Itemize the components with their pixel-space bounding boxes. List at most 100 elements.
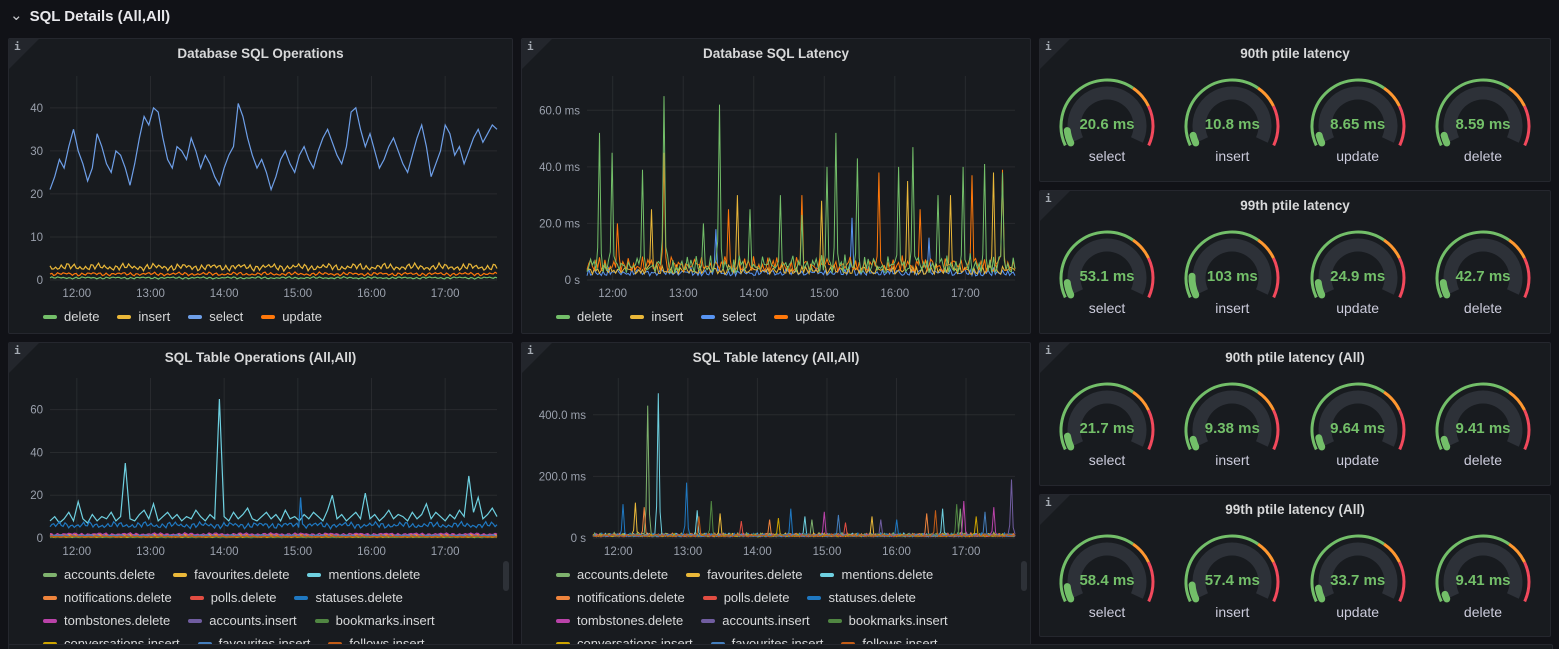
- gauge-insert: 10.8 msinsert: [1171, 70, 1293, 174]
- gauge-label: select: [1046, 604, 1168, 620]
- gauge-delete: 8.59 msdelete: [1422, 70, 1544, 174]
- legend-label: accounts.insert: [722, 611, 809, 631]
- legend-item-mentions.delete[interactable]: mentions.delete: [307, 565, 420, 585]
- gauge-value: 8.59 ms: [1422, 116, 1544, 133]
- legend-item-tombstones.delete[interactable]: tombstones.delete: [43, 611, 170, 631]
- legend-swatch: [820, 573, 834, 577]
- legend-swatch: [701, 619, 715, 623]
- legend-item-insert[interactable]: insert: [117, 307, 170, 327]
- x-axis-tick-label: 15:00: [810, 288, 839, 300]
- y-axis-tick-label: 60: [30, 405, 43, 417]
- legend-scrollbar[interactable]: [1021, 561, 1027, 591]
- panel-database-sql-latency: i Database SQL Latency 0 s20.0 ms40.0 ms…: [521, 38, 1031, 334]
- legend-item-statuses.delete[interactable]: statuses.delete: [294, 588, 402, 608]
- x-axis-tick-label: 13:00: [136, 546, 165, 558]
- gauge-value: 9.41 ms: [1422, 572, 1544, 589]
- chevron-down-icon[interactable]: ⌄: [10, 11, 23, 21]
- gauge-label: delete: [1422, 604, 1544, 620]
- legend-item-accounts.insert[interactable]: accounts.insert: [188, 611, 296, 631]
- panel-title[interactable]: Database SQL Operations: [9, 39, 512, 68]
- panel-title[interactable]: SQL Table latency (All,All): [522, 343, 1030, 372]
- legend-swatch: [261, 315, 275, 319]
- x-axis-tick-label: 17:00: [431, 288, 460, 300]
- legend-item-polls.delete[interactable]: polls.delete: [190, 588, 277, 608]
- chart-sql-table-latency[interactable]: 0 s200.0 ms400.0 ms12:0013:0014:0015:001…: [522, 372, 1030, 562]
- gauge-label: delete: [1422, 300, 1544, 316]
- legend-item-update[interactable]: update: [261, 307, 322, 327]
- x-axis-tick-label: 15:00: [813, 546, 842, 558]
- legend-item-accounts.insert[interactable]: accounts.insert: [701, 611, 809, 631]
- x-axis-tick-label: 12:00: [598, 288, 627, 300]
- panel-title[interactable]: 90th ptile latency: [1040, 39, 1550, 68]
- panel-title[interactable]: Database SQL Latency: [522, 39, 1030, 68]
- legend-item-update[interactable]: update: [774, 307, 835, 327]
- y-axis-tick-label: 0 s: [565, 275, 581, 287]
- gauge-value: 8.65 ms: [1297, 116, 1419, 133]
- legend-scrollbar[interactable]: [503, 561, 509, 591]
- legend-swatch: [556, 573, 570, 577]
- panel-title[interactable]: SQL Table Operations (All,All): [9, 343, 512, 372]
- chart-database-sql-latency[interactable]: 0 s20.0 ms40.0 ms60.0 ms12:0013:0014:001…: [522, 68, 1030, 304]
- legend-item-insert[interactable]: insert: [630, 307, 683, 327]
- panel-sql-table-latency: i SQL Table latency (All,All) 0 s200.0 m…: [521, 342, 1031, 648]
- legend-swatch: [828, 619, 842, 623]
- legend-item-bookmarks.insert[interactable]: bookmarks.insert: [315, 611, 435, 631]
- gauge-value: 21.7 ms: [1046, 420, 1168, 437]
- gauge-label: insert: [1171, 300, 1293, 316]
- legend-swatch: [556, 596, 570, 600]
- gauge-select: 20.6 msselect: [1046, 70, 1168, 174]
- x-axis-tick-label: 16:00: [882, 546, 911, 558]
- legend-item-delete[interactable]: delete: [556, 307, 612, 327]
- legend-item-notifications.delete[interactable]: notifications.delete: [556, 588, 685, 608]
- x-axis-tick-label: 14:00: [210, 546, 239, 558]
- legend-label: notifications.delete: [64, 588, 172, 608]
- chart-legend: delete insert select update: [522, 304, 1030, 327]
- gauge-label: update: [1297, 148, 1419, 164]
- legend-swatch: [630, 315, 644, 319]
- legend-label: update: [282, 307, 322, 327]
- gauge-insert: 9.38 msinsert: [1171, 374, 1293, 478]
- legend-label: tombstones.delete: [64, 611, 170, 631]
- gauge-label: select: [1046, 148, 1168, 164]
- legend-swatch: [686, 573, 700, 577]
- x-axis-tick-label: 14:00: [739, 288, 768, 300]
- legend-label: favourites.delete: [707, 565, 802, 585]
- row-header-sql-details[interactable]: ⌄ SQL Details (All,All): [0, 0, 170, 32]
- panel-title[interactable]: 99th ptile latency: [1040, 191, 1550, 220]
- legend-item-select[interactable]: select: [701, 307, 756, 327]
- legend-item-bookmarks.insert[interactable]: bookmarks.insert: [828, 611, 948, 631]
- gauge-value: 10.8 ms: [1171, 116, 1293, 133]
- legend-item-favourites.delete[interactable]: favourites.delete: [686, 565, 802, 585]
- x-axis-tick-label: 14:00: [210, 288, 239, 300]
- gauge-value: 42.7 ms: [1422, 268, 1544, 285]
- x-axis-tick-label: 17:00: [951, 288, 980, 300]
- legend-label: statuses.delete: [828, 588, 915, 608]
- legend-swatch: [307, 573, 321, 577]
- legend-item-tombstones.delete[interactable]: tombstones.delete: [556, 611, 683, 631]
- gauge-label: insert: [1171, 604, 1293, 620]
- chart-sql-table-operations[interactable]: 020406012:0013:0014:0015:0016:0017:00: [9, 372, 512, 562]
- legend-label: notifications.delete: [577, 588, 685, 608]
- legend-item-polls.delete[interactable]: polls.delete: [703, 588, 790, 608]
- legend-item-delete[interactable]: delete: [43, 307, 99, 327]
- legend-item-mentions.delete[interactable]: mentions.delete: [820, 565, 933, 585]
- legend-item-notifications.delete[interactable]: notifications.delete: [43, 588, 172, 608]
- legend-label: insert: [651, 307, 683, 327]
- chart-database-sql-operations[interactable]: 01020304012:0013:0014:0015:0016:0017:00: [9, 68, 512, 304]
- chart-legend: delete insert select update: [9, 304, 512, 327]
- x-axis-tick-label: 17:00: [431, 546, 460, 558]
- gauge-value: 9.64 ms: [1297, 420, 1419, 437]
- legend-swatch: [173, 573, 187, 577]
- panel-title[interactable]: 99th ptile latency (All): [1040, 495, 1550, 524]
- y-axis-tick-label: 200.0 ms: [539, 471, 587, 483]
- legend-item-accounts.delete[interactable]: accounts.delete: [556, 565, 668, 585]
- x-axis-tick-label: 14:00: [743, 546, 772, 558]
- gauge-value: 53.1 ms: [1046, 268, 1168, 285]
- panel-title[interactable]: 90th ptile latency (All): [1040, 343, 1550, 372]
- legend-item-accounts.delete[interactable]: accounts.delete: [43, 565, 155, 585]
- legend-item-favourites.delete[interactable]: favourites.delete: [173, 565, 289, 585]
- x-axis-tick-label: 12:00: [62, 288, 91, 300]
- legend-swatch: [556, 619, 570, 623]
- legend-item-statuses.delete[interactable]: statuses.delete: [807, 588, 915, 608]
- legend-item-select[interactable]: select: [188, 307, 243, 327]
